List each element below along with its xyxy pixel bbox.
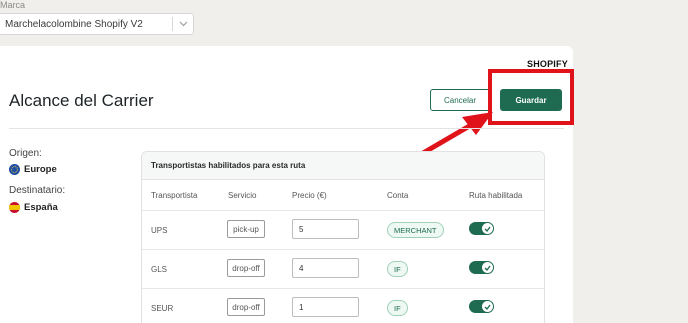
column-header-account: Conta bbox=[387, 191, 409, 200]
carriers-table: Transportistas habilitados para esta rut… bbox=[141, 151, 545, 323]
service-field[interactable]: drop-off bbox=[227, 259, 265, 277]
price-input[interactable]: 5 bbox=[292, 219, 359, 239]
price-input[interactable]: 4 bbox=[292, 258, 359, 278]
check-icon bbox=[482, 301, 493, 312]
carriers-table-title: Transportistas habilitados para esta rut… bbox=[142, 152, 544, 180]
platform-tag: SHOPIFY bbox=[527, 59, 568, 69]
account-badge: IF bbox=[387, 300, 408, 316]
service-field[interactable]: pick-up bbox=[227, 220, 265, 238]
destination-value: España bbox=[9, 202, 58, 213]
table-header-row: Transportista Servicio Precio (€) Conta … bbox=[142, 180, 544, 211]
check-icon bbox=[482, 223, 493, 234]
account-badge: MERCHANT bbox=[387, 222, 444, 238]
column-header-service: Servicio bbox=[228, 191, 257, 200]
destination-value-text: España bbox=[24, 202, 58, 213]
origin-value: Europe bbox=[9, 164, 57, 175]
cancel-button[interactable]: Cancelar bbox=[430, 89, 490, 111]
check-icon bbox=[482, 262, 493, 273]
chevron-down-icon[interactable] bbox=[173, 21, 193, 27]
brand-select[interactable]: Marchelacolombine Shopify V2 bbox=[0, 13, 194, 35]
route-enabled-toggle[interactable] bbox=[469, 300, 494, 313]
save-highlight-annotation bbox=[488, 69, 574, 125]
table-row: SEUR drop-off 1 IF bbox=[142, 289, 544, 323]
carrier-name: GLS bbox=[151, 265, 168, 274]
table-row: UPS pick-up 5 MERCHANT bbox=[142, 211, 544, 250]
service-field[interactable]: drop-off bbox=[227, 298, 265, 316]
table-row: GLS drop-off 4 IF bbox=[142, 250, 544, 289]
destination-label: Destinatario: bbox=[9, 185, 66, 196]
route-enabled-toggle[interactable] bbox=[469, 222, 494, 235]
header-divider bbox=[9, 128, 564, 129]
spain-flag-icon bbox=[9, 202, 20, 213]
carrier-name: SEUR bbox=[151, 304, 174, 313]
column-header-carrier: Transportista bbox=[151, 191, 198, 200]
carrier-name: UPS bbox=[151, 226, 168, 235]
eu-flag-icon bbox=[9, 164, 20, 175]
page-title: Alcance del Carrier bbox=[9, 91, 154, 110]
origin-value-text: Europe bbox=[24, 164, 57, 175]
account-badge: IF bbox=[387, 261, 408, 277]
route-enabled-toggle[interactable] bbox=[469, 261, 494, 274]
brand-label: Marca bbox=[0, 0, 26, 10]
brand-select-value: Marchelacolombine Shopify V2 bbox=[5, 18, 143, 30]
column-header-route-enabled: Ruta habilitada bbox=[469, 191, 523, 200]
column-header-price: Precio (€) bbox=[292, 191, 327, 200]
origin-label: Origen: bbox=[9, 148, 42, 159]
price-input[interactable]: 1 bbox=[292, 297, 359, 317]
